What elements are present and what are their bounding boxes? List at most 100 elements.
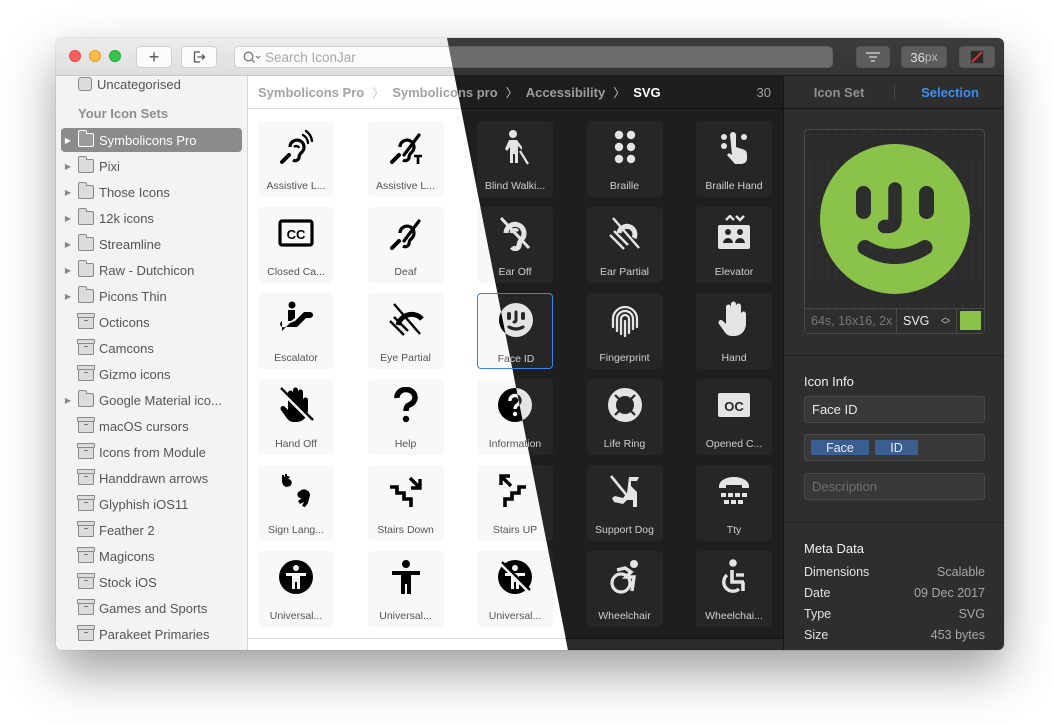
close-window-button[interactable] <box>69 50 81 62</box>
sidebar-item-label: Uncategorised <box>97 76 181 92</box>
fingerprint-icon <box>611 305 638 337</box>
sidebar-item[interactable]: ▶ Those Icons <box>61 180 242 204</box>
sidebar-item[interactable]: Magicons <box>61 544 242 568</box>
icon-tile[interactable]: Stairs Down <box>367 465 444 541</box>
icon-tile[interactable]: Hand <box>696 293 772 369</box>
icon-tile[interactable]: Life Ring <box>586 379 663 455</box>
sidebar-item-label: Icons from Module <box>99 444 206 460</box>
disclosure-triangle-icon[interactable]: ▶ <box>61 162 75 171</box>
archive-box-icon <box>77 599 95 615</box>
sidebar-item-uncategorised[interactable]: Uncategorised <box>61 72 242 96</box>
icon-tile-label: Braille Hand <box>705 180 763 192</box>
sidebar-item[interactable]: ▶ Pixi <box>61 154 242 178</box>
icon-tile[interactable]: CC Closed Ca... <box>258 207 334 283</box>
escalator-icon <box>280 301 313 331</box>
tag[interactable]: Face <box>811 440 869 455</box>
breadcrumb-separator: 〉 <box>613 85 626 100</box>
icon-tile[interactable]: Universal... <box>477 551 553 627</box>
sidebar-item[interactable]: Feather 2 <box>61 518 242 542</box>
icon-tile-label: Deaf <box>394 266 417 278</box>
icon-tile[interactable]: Assistive L... <box>367 121 444 197</box>
sidebar-item[interactable]: Handdrawn arrows <box>61 466 242 490</box>
wheelchair-icon <box>722 559 745 593</box>
sidebar-item[interactable]: ▶ Streamline <box>61 232 242 256</box>
sidebar-item-label: Symbolicons Pro <box>99 132 197 148</box>
icon-tile[interactable]: Help <box>367 379 444 455</box>
breadcrumb-item[interactable]: Symbolicons Pro <box>258 85 364 100</box>
icon-tile[interactable]: Blind Walki... <box>477 121 553 197</box>
icon-name-field[interactable]: Face ID <box>804 396 985 423</box>
minimize-window-button[interactable] <box>89 50 101 62</box>
icon-tile[interactable]: Sign Lang... <box>258 465 334 541</box>
divider <box>784 522 1004 523</box>
icon-tile-label: Hand Off <box>275 438 317 450</box>
add-button[interactable]: + <box>136 46 172 68</box>
icon-tile[interactable]: Braille <box>586 121 663 197</box>
sidebar-item[interactable]: Stock iOS <box>61 570 242 594</box>
icon-tile[interactable]: Hand Off <box>258 379 334 455</box>
sidebar-item[interactable]: ▶ Google Material ico... <box>61 388 242 412</box>
icon-tile[interactable]: Fingerprint <box>586 293 663 369</box>
sidebar-item[interactable]: ▶ Picons Thin <box>61 284 242 308</box>
icon-tile[interactable]: Wheelchai... <box>696 551 772 627</box>
disclosure-triangle-icon[interactable]: ▶ <box>61 396 75 405</box>
icon-tile[interactable]: Universal... <box>258 551 334 627</box>
icon-tile[interactable]: Universal... <box>367 551 444 627</box>
tags-field[interactable]: Face ID <box>804 434 985 461</box>
divider <box>784 355 1004 356</box>
icon-tile[interactable]: Escalator <box>258 293 334 369</box>
disclosure-triangle-icon[interactable]: ▶ <box>61 136 75 145</box>
tag[interactable]: ID <box>875 440 918 455</box>
hand-icon <box>718 301 746 336</box>
icon-tile[interactable]: Support Dog <box>586 465 663 541</box>
icon-tile[interactable]: Tty <box>696 465 772 541</box>
meta-value: 453 bytes <box>930 628 985 642</box>
zoom-window-button[interactable] <box>109 50 121 62</box>
sidebar-item[interactable]: ▶ Raw - Dutchicon <box>61 258 242 282</box>
sidebar-item[interactable]: Octicons <box>61 310 242 334</box>
sidebar-item-label: Stock iOS <box>99 574 157 590</box>
icon-tile[interactable]: Eye Partial <box>367 293 444 369</box>
export-sizes-input[interactable]: 64s, 16x16, 2x <box>805 309 897 333</box>
icon-tile-label: Help <box>394 438 417 450</box>
icon-size-button[interactable]: 36px <box>901 46 947 68</box>
color-swatch-button[interactable] <box>960 311 981 330</box>
icon-tile[interactable]: Wheelchair <box>586 551 663 627</box>
icon-tile[interactable]: Elevator <box>696 207 772 283</box>
sidebar-item[interactable]: Camcons <box>61 336 242 360</box>
breadcrumb-item[interactable]: Accessibility <box>526 85 606 100</box>
description-field[interactable]: Description <box>804 473 985 500</box>
icon-tile[interactable]: OC Opened C... <box>696 379 772 455</box>
disclosure-triangle-icon[interactable]: ▶ <box>61 240 75 249</box>
sidebar-item[interactable]: Games and Sports <box>61 596 242 620</box>
format-select[interactable]: SVG ︿﹀ <box>897 309 957 333</box>
disclosure-triangle-icon[interactable]: ▶ <box>61 292 75 301</box>
disclosure-triangle-icon[interactable]: ▶ <box>61 214 75 223</box>
export-button[interactable] <box>181 46 217 68</box>
icon-tile-label: Eye Partial <box>380 352 431 364</box>
tab-selection[interactable]: Selection <box>895 85 1004 100</box>
archive-box-icon <box>77 547 95 563</box>
chevron-updown-icon: ︿﹀ <box>940 312 950 330</box>
sidebar-item[interactable]: ▶ Symbolicons Pro <box>61 128 242 152</box>
disclosure-triangle-icon[interactable]: ▶ <box>61 266 75 275</box>
icon-tile[interactable]: Ear Partial <box>586 207 663 283</box>
archive-box-icon <box>77 573 95 589</box>
sidebar-item[interactable]: Parakeet Primaries <box>61 622 242 646</box>
disclosure-triangle-icon[interactable]: ▶ <box>61 188 75 197</box>
icon-tile[interactable]: Braille Hand <box>696 121 772 197</box>
meta-key: Size <box>804 628 829 642</box>
sidebar-item[interactable]: ▶ 12k icons <box>61 206 242 230</box>
icon-tile-label: Stairs UP <box>492 524 538 536</box>
tab-icon-set[interactable]: Icon Set <box>784 85 894 100</box>
filter-button[interactable] <box>856 46 890 68</box>
sidebar-item[interactable]: Glyphish iOS11 <box>61 492 242 516</box>
icon-tile[interactable]: Assistive L... <box>258 121 334 197</box>
sidebar-item[interactable]: Gizmo icons <box>61 362 242 386</box>
inspector-tabs: Icon Set Selection <box>784 76 1004 109</box>
background-toggle-button[interactable] <box>959 46 995 68</box>
sidebar-item[interactable]: Icons from Module <box>61 440 242 464</box>
icon-tile-label: Life Ring <box>603 438 646 450</box>
icon-tile[interactable]: Deaf <box>367 207 444 283</box>
sidebar-item[interactable]: macOS cursors <box>61 414 242 438</box>
